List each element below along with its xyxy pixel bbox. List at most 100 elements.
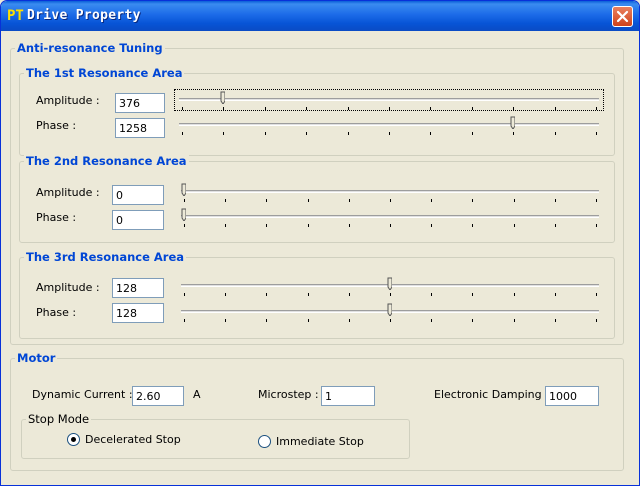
phase-label-2: Phase : [36,211,77,224]
slider-tick [348,132,349,135]
amplitude-field-1[interactable] [115,93,165,113]
phase-field-1[interactable] [115,118,165,138]
slider-tick [555,107,556,110]
slider-tick [555,224,556,227]
slider-tick [389,132,390,135]
immediate-stop-radio[interactable] [258,435,271,448]
immediate-stop-label[interactable]: Immediate Stop [276,435,364,448]
phase-label-3: Phase : [36,306,77,319]
phase-slider-3[interactable] [177,302,603,322]
phase-slider-2[interactable] [177,207,603,227]
slider-thumb[interactable] [181,208,186,221]
slider-track [181,215,599,218]
slider-tick [225,224,226,227]
slider-tick [390,199,391,202]
slider-tick [390,319,391,322]
decelerated-stop-label[interactable]: Decelerated Stop [85,433,181,446]
amplitude-slider-2[interactable] [177,182,603,202]
slider-tick [184,224,185,227]
phase-field-3[interactable] [112,303,164,323]
slider-tick [184,319,185,322]
slider-track [179,123,599,126]
resonance-area-1-legend: The 1st Resonance Area [24,66,185,80]
slider-tick [184,199,185,202]
resonance-area-3: The 3rd Resonance Area Amplitude : Phase… [19,250,615,339]
slider-tick [225,319,226,322]
slider-tick [555,199,556,202]
window-title: Drive Property [27,8,141,23]
slider-tick [472,132,473,135]
slider-tick [514,293,515,296]
slider-tick [472,224,473,227]
app-pt-icon: PT [7,8,24,24]
slider-tick [308,224,309,227]
slider-thumb[interactable] [220,91,225,104]
slider-tick [596,224,597,227]
amplitude-field-3[interactable] [112,278,164,298]
slider-tick [266,224,267,227]
close-icon [616,10,629,23]
slider-tick [430,107,431,110]
resonance-area-2-legend: The 2nd Resonance Area [24,154,189,168]
phase-slider-1[interactable] [175,115,603,135]
dynamic-current-unit: A [193,388,201,401]
slider-tick [308,293,309,296]
slider-tick [514,224,515,227]
slider-tick [265,132,266,135]
amplitude-label-1: Amplitude : [36,94,100,107]
amplitude-label-2: Amplitude : [36,186,100,199]
slider-tick [431,319,432,322]
slider-tick [308,199,309,202]
slider-track [179,98,599,101]
slider-tick [266,199,267,202]
close-button[interactable] [612,6,633,27]
slider-tick [390,224,391,227]
slider-track [181,190,599,193]
amplitude-label-3: Amplitude : [36,281,100,294]
amplitude-slider-3[interactable] [177,276,603,296]
slider-tick [182,107,183,110]
phase-label-1: Phase : [36,119,77,132]
slider-tick [348,107,349,110]
dynamic-current-field[interactable] [132,386,184,406]
slider-tick [513,107,514,110]
motor-group: Motor Dynamic Current : A Microstep : El… [10,351,624,471]
slider-thumb[interactable] [510,116,515,129]
slider-tick [472,107,473,110]
slider-thumb[interactable] [387,277,392,290]
electronic-damping-label: Electronic Damping : [434,388,549,401]
microstep-field[interactable] [321,386,375,406]
slider-tick [472,319,473,322]
amplitude-field-2[interactable] [112,185,164,205]
resonance-area-2: The 2nd Resonance Area Amplitude : Phase… [19,154,615,243]
anti-resonance-group: Anti-resonance Tuning The 1st Resonance … [10,41,624,345]
title-bar[interactable]: PT Drive Property [1,1,639,31]
slider-tick [223,107,224,110]
drive-property-window: PT Drive Property Anti-resonance Tuning … [0,0,640,486]
slider-tick [265,107,266,110]
radio-selected-dot [71,437,76,442]
slider-tick [514,199,515,202]
motor-legend: Motor [15,351,58,365]
stop-mode-group: Stop Mode Decelerated Stop Immediate Sto… [21,412,410,459]
slider-tick [225,199,226,202]
anti-resonance-legend: Anti-resonance Tuning [15,41,165,55]
decelerated-stop-radio[interactable] [67,433,80,446]
electronic-damping-field[interactable] [545,386,599,406]
slider-tick [308,319,309,322]
microstep-label: Microstep : [258,388,319,401]
slider-tick [306,107,307,110]
amplitude-slider-1[interactable] [174,89,604,111]
slider-thumb[interactable] [387,303,392,316]
slider-tick [555,319,556,322]
slider-thumb[interactable] [181,183,186,196]
slider-tick [349,293,350,296]
slider-tick [225,293,226,296]
slider-tick [389,107,390,110]
phase-field-2[interactable] [112,210,164,230]
slider-tick [596,199,597,202]
dynamic-current-label: Dynamic Current : [32,388,133,401]
slider-tick [184,293,185,296]
slider-tick [596,319,597,322]
slider-tick [431,199,432,202]
